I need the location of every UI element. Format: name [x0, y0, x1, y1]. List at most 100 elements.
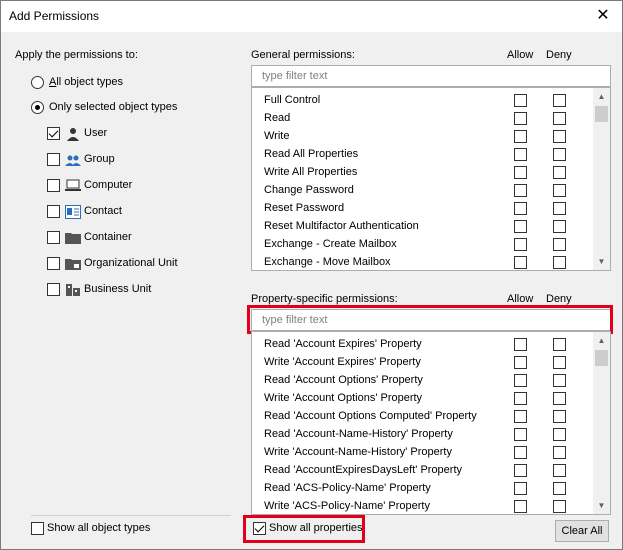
general-permission-allow-checkbox[interactable]: [514, 166, 527, 179]
general-permission-item-label: Read: [264, 112, 291, 124]
object-type-checkbox-group[interactable]: [47, 153, 60, 166]
general-permission-item-label: Reset Multifactor Authentication: [264, 220, 419, 232]
property-permission-deny-checkbox[interactable]: [553, 356, 566, 369]
property-permission-deny-checkbox[interactable]: [553, 338, 566, 351]
general-permission-item-label: Write: [264, 130, 290, 142]
general-permission-allow-checkbox[interactable]: [514, 184, 527, 197]
object-type-label[interactable]: Contact: [84, 205, 122, 217]
title-bar: Add Permissions ✕: [1, 1, 622, 32]
general-permission-deny-checkbox[interactable]: [553, 94, 566, 107]
general-permission-deny-checkbox[interactable]: [553, 202, 566, 215]
object-type-label[interactable]: User: [84, 127, 107, 139]
general-permission-item-label: Reset Password: [264, 202, 345, 214]
show-all-object-types-label[interactable]: Show all object types: [47, 522, 150, 534]
general-permissions-label: General permissions:: [251, 49, 355, 61]
general-permission-item-label: Full Control: [264, 94, 321, 106]
scroll-thumb[interactable]: [595, 106, 608, 122]
property-permission-allow-checkbox[interactable]: [514, 410, 527, 423]
property-permission-allow-checkbox[interactable]: [514, 428, 527, 441]
property-permission-item-label: Read 'ACS-Policy-Name' Property: [264, 482, 431, 494]
general-permission-allow-checkbox[interactable]: [514, 130, 527, 143]
radio-only-selected-label[interactable]: Only selected object types: [49, 101, 177, 113]
apply-permissions-label: Apply the permissions to:: [15, 49, 138, 61]
property-permission-item-label: Read 'Account-Name-History' Property: [264, 428, 453, 440]
property-permission-deny-checkbox[interactable]: [553, 446, 566, 459]
object-type-label[interactable]: Computer: [84, 179, 132, 191]
scroll-up-arrow-icon[interactable]: ▲: [593, 332, 610, 349]
property-permission-allow-checkbox[interactable]: [514, 446, 527, 459]
radio-all-object-types-label[interactable]: All object types: [49, 76, 123, 88]
add-permissions-dialog: Add Permissions ✕ Apply the permissions …: [0, 0, 623, 550]
property-permission-deny-checkbox[interactable]: [553, 374, 566, 387]
property-permission-deny-checkbox[interactable]: [553, 500, 566, 513]
property-permission-deny-checkbox[interactable]: [553, 410, 566, 423]
general-permission-deny-checkbox[interactable]: [553, 166, 566, 179]
scroll-down-arrow-icon[interactable]: ▼: [593, 497, 610, 514]
scroll-down-arrow-icon[interactable]: ▼: [593, 253, 610, 270]
general-permission-allow-checkbox[interactable]: [514, 148, 527, 161]
property-permission-item-label: Read 'Account Expires' Property: [264, 338, 422, 350]
show-all-object-types-checkbox[interactable]: [31, 522, 44, 535]
window-title: Add Permissions: [9, 9, 100, 23]
property-permission-allow-checkbox[interactable]: [514, 500, 527, 513]
property-permission-item-label: Read 'Account Options' Property: [264, 374, 423, 386]
general-permission-deny-checkbox[interactable]: [553, 256, 566, 269]
general-permission-item-label: Exchange - Move Mailbox: [264, 256, 391, 268]
filter-highlight-box: [247, 305, 613, 334]
general-permission-deny-checkbox[interactable]: [553, 220, 566, 233]
general-permission-deny-checkbox[interactable]: [553, 238, 566, 251]
general-permission-deny-checkbox[interactable]: [553, 148, 566, 161]
property-scrollbar[interactable]: ▲ ▼: [593, 332, 610, 514]
general-filter-input[interactable]: type filter text: [251, 65, 611, 87]
user-icon: [65, 127, 81, 141]
property-permission-allow-checkbox[interactable]: [514, 338, 527, 351]
property-permission-item-label: Read 'AccountExpiresDaysLeft' Property: [264, 464, 463, 476]
object-type-checkbox-user[interactable]: [47, 127, 60, 140]
property-permission-item-label: Read 'Account Options Computed' Property: [264, 410, 477, 422]
general-permission-deny-checkbox[interactable]: [553, 184, 566, 197]
object-type-checkbox-organizational-unit[interactable]: [47, 257, 60, 270]
property-permission-allow-checkbox[interactable]: [514, 482, 527, 495]
general-permission-item-label: Change Password: [264, 184, 354, 196]
general-permission-allow-checkbox[interactable]: [514, 202, 527, 215]
property-permission-allow-checkbox[interactable]: [514, 356, 527, 369]
radio-only-selected-object-types[interactable]: [31, 101, 44, 114]
general-scrollbar[interactable]: ▲ ▼: [593, 88, 610, 270]
group-icon: [65, 153, 81, 167]
property-permissions-list: Read 'Account Expires' Property Write 'Ac…: [251, 331, 611, 515]
property-permission-deny-checkbox[interactable]: [553, 482, 566, 495]
general-permission-deny-checkbox[interactable]: [553, 112, 566, 125]
ou-folder-icon: [65, 257, 81, 271]
general-permission-allow-checkbox[interactable]: [514, 112, 527, 125]
property-permission-item-label: Write 'Account Options' Property: [264, 392, 423, 404]
general-permission-allow-checkbox[interactable]: [514, 256, 527, 269]
property-allow-header: Allow: [507, 293, 534, 305]
property-permission-allow-checkbox[interactable]: [514, 374, 527, 387]
object-type-checkbox-business-unit[interactable]: [47, 283, 60, 296]
object-type-label[interactable]: Group: [84, 153, 115, 165]
property-permission-deny-checkbox[interactable]: [553, 392, 566, 405]
object-type-label[interactable]: Organizational Unit: [84, 257, 178, 269]
clear-all-button[interactable]: Clear All: [555, 520, 609, 542]
radio-all-object-types[interactable]: [31, 76, 44, 89]
property-permission-item-label: Write 'ACS-Policy-Name' Property: [264, 500, 430, 512]
close-icon[interactable]: ✕: [590, 3, 616, 29]
scroll-thumb[interactable]: [595, 350, 608, 366]
scroll-up-arrow-icon[interactable]: ▲: [593, 88, 610, 105]
property-permission-allow-checkbox[interactable]: [514, 392, 527, 405]
object-type-checkbox-computer[interactable]: [47, 179, 60, 192]
property-permission-allow-checkbox[interactable]: [514, 464, 527, 477]
object-type-checkbox-contact[interactable]: [47, 205, 60, 218]
general-permission-allow-checkbox[interactable]: [514, 94, 527, 107]
general-permission-deny-checkbox[interactable]: [553, 130, 566, 143]
object-type-label[interactable]: Container: [84, 231, 132, 243]
contact-icon: [65, 205, 81, 219]
property-permissions-label: Property-specific permissions:: [251, 293, 398, 305]
object-type-label[interactable]: Business Unit: [84, 283, 151, 295]
general-deny-header: Deny: [546, 49, 572, 61]
general-permission-allow-checkbox[interactable]: [514, 238, 527, 251]
property-permission-deny-checkbox[interactable]: [553, 428, 566, 441]
property-permission-deny-checkbox[interactable]: [553, 464, 566, 477]
general-permission-allow-checkbox[interactable]: [514, 220, 527, 233]
object-type-checkbox-container[interactable]: [47, 231, 60, 244]
